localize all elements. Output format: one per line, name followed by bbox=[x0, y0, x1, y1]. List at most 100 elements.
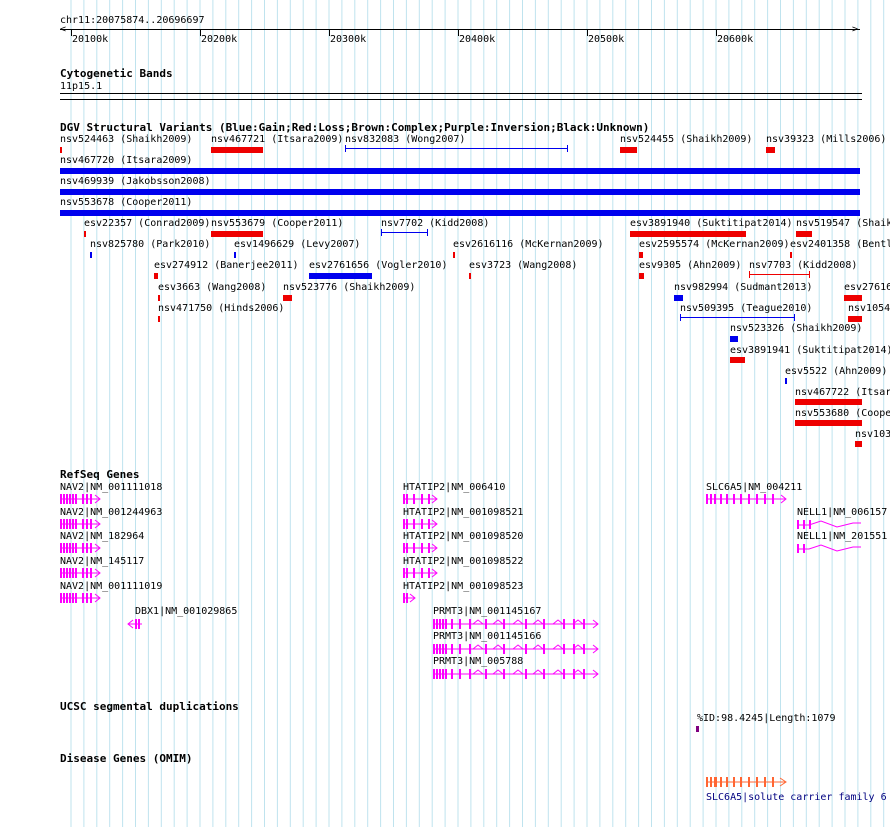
dgv-variant-label[interactable]: esv3663 (Wang2008) bbox=[158, 282, 266, 293]
dgv-variant-bar[interactable] bbox=[630, 231, 746, 237]
dgv-variant-label[interactable]: nsv10545 bbox=[848, 303, 890, 314]
dgv-variant-bar[interactable] bbox=[283, 295, 292, 301]
dgv-variant-label[interactable]: esv2761656 (Vogler2010) bbox=[309, 260, 447, 271]
refseq-gene-glyph[interactable] bbox=[60, 493, 104, 505]
dgv-variant-bar[interactable] bbox=[730, 357, 745, 363]
dgv-variant-bar[interactable] bbox=[766, 147, 775, 153]
refseq-gene-label[interactable]: PRMT3|NM_001145167 bbox=[433, 606, 541, 617]
dgv-variant-bar[interactable] bbox=[855, 441, 862, 447]
dgv-variant-bar[interactable] bbox=[60, 168, 860, 174]
refseq-gene-label[interactable]: NAV2|NM_145117 bbox=[60, 556, 144, 567]
dgv-variant-label[interactable]: nsv103 bbox=[855, 429, 890, 440]
dgv-variant-label[interactable]: nsv471750 (Hinds2006) bbox=[158, 303, 284, 314]
dgv-variant-label[interactable]: nsv7703 (Kidd2008) bbox=[749, 260, 857, 271]
refseq-gene-label[interactable]: HTATIP2|NM_006410 bbox=[403, 482, 505, 493]
dgv-variant-bar[interactable] bbox=[848, 316, 862, 322]
dgv-variant-label[interactable]: nsv524455 (Shaikh2009) bbox=[620, 134, 752, 145]
dgv-variant-label[interactable]: esv274912 (Banerjee2011) bbox=[154, 260, 299, 271]
dgv-variant-bar[interactable] bbox=[90, 252, 92, 258]
dgv-variant-label[interactable]: nsv553680 (Coope bbox=[795, 408, 890, 419]
dgv-variant-label[interactable]: nsv523326 (Shaikh2009) bbox=[730, 323, 862, 334]
refseq-gene-label[interactable]: NELL1|NM_201551 bbox=[797, 531, 887, 542]
dgv-variant-label[interactable]: nsv467720 (Itsara2009) bbox=[60, 155, 192, 166]
dgv-variant-label[interactable]: nsv467721 (Itsara2009) bbox=[211, 134, 343, 145]
dgv-variant-bar[interactable] bbox=[158, 316, 160, 322]
refseq-gene-glyph[interactable] bbox=[403, 542, 441, 554]
dgv-variant-label[interactable]: esv3891940 (Suktitipat2014) bbox=[630, 218, 793, 229]
dgv-variant-bar[interactable] bbox=[795, 420, 862, 426]
dgv-variant-label[interactable]: nsv832083 (Wong2007) bbox=[345, 134, 465, 145]
refseq-gene-glyph[interactable] bbox=[706, 493, 790, 505]
refseq-gene-glyph[interactable] bbox=[403, 567, 441, 579]
dgv-variant-bar[interactable] bbox=[795, 399, 862, 405]
refseq-gene-glyph[interactable] bbox=[60, 518, 104, 530]
refseq-gene-glyph[interactable] bbox=[433, 618, 602, 630]
dgv-variant-bar[interactable] bbox=[211, 147, 263, 153]
refseq-gene-label[interactable]: PRMT3|NM_001145166 bbox=[433, 631, 541, 642]
segdup-feature[interactable] bbox=[696, 726, 699, 732]
dgv-variant-label[interactable]: esv22357 (Conrad2009) bbox=[84, 218, 210, 229]
refseq-gene-label[interactable]: NELL1|NM_006157 bbox=[797, 507, 887, 518]
refseq-gene-label[interactable]: HTATIP2|NM_001098523 bbox=[403, 581, 523, 592]
refseq-gene-label[interactable]: HTATIP2|NM_001098521 bbox=[403, 507, 523, 518]
omim-gene-label[interactable]: SLC6A5|solute carrier family 6 bbox=[706, 792, 887, 803]
dgv-variant-bar[interactable] bbox=[796, 231, 812, 237]
refseq-gene-label[interactable]: SLC6A5|NM_004211 bbox=[706, 482, 802, 493]
refseq-gene-label[interactable]: NAV2|NM_001244963 bbox=[60, 507, 162, 518]
dgv-variant-label[interactable]: esv2595574 (McKernan2009) bbox=[639, 239, 790, 250]
dgv-variant-label[interactable]: esv2616116 (McKernan2009) bbox=[453, 239, 604, 250]
dgv-variant-label[interactable]: nsv982994 (Sudmant2013) bbox=[674, 282, 812, 293]
dgv-variant-label[interactable]: nsv524463 (Shaikh2009) bbox=[60, 134, 192, 145]
dgv-variant-bar[interactable] bbox=[469, 273, 471, 279]
dgv-variant-bar[interactable] bbox=[674, 295, 683, 301]
dgv-variant-label[interactable]: esv3723 (Wang2008) bbox=[469, 260, 577, 271]
dgv-variant-bar[interactable] bbox=[154, 273, 158, 279]
dgv-variant-label[interactable]: esv2401358 (Bentl bbox=[790, 239, 890, 250]
dgv-variant-label[interactable]: nsv7702 (Kidd2008) bbox=[381, 218, 489, 229]
refseq-gene-glyph[interactable] bbox=[60, 592, 104, 604]
dgv-variant-bar[interactable] bbox=[785, 378, 787, 384]
dgv-variant-bar[interactable] bbox=[453, 252, 455, 258]
dgv-variant-label[interactable]: nsv825780 (Park2010) bbox=[90, 239, 210, 250]
dgv-variant-label[interactable]: nsv467722 (Itsar bbox=[795, 387, 890, 398]
refseq-gene-label[interactable]: PRMT3|NM_005788 bbox=[433, 656, 523, 667]
dgv-variant-label[interactable]: nsv39323 (Mills2006) bbox=[766, 134, 886, 145]
dgv-variant-bar[interactable] bbox=[158, 295, 160, 301]
refseq-gene-label[interactable]: NAV2|NM_182964 bbox=[60, 531, 144, 542]
dgv-variant-label[interactable]: esv5522 (Ahn2009) bbox=[785, 366, 887, 377]
dgv-variant-bar[interactable] bbox=[60, 147, 62, 153]
refseq-gene-glyph[interactable] bbox=[60, 542, 104, 554]
dgv-variant-bar[interactable] bbox=[844, 295, 862, 301]
refseq-gene-label[interactable]: HTATIP2|NM_001098520 bbox=[403, 531, 523, 542]
refseq-gene-glyph[interactable] bbox=[433, 668, 602, 680]
refseq-gene-label[interactable]: NAV2|NM_001111018 bbox=[60, 482, 162, 493]
dgv-variant-bar[interactable] bbox=[790, 252, 792, 258]
dgv-variant-label[interactable]: nsv553679 (Cooper2011) bbox=[211, 218, 343, 229]
refseq-gene-glyph[interactable] bbox=[403, 493, 441, 505]
dgv-variant-span[interactable] bbox=[381, 232, 428, 233]
dgv-variant-bar[interactable] bbox=[309, 273, 372, 279]
dgv-variant-span[interactable] bbox=[749, 274, 810, 275]
refseq-gene-glyph[interactable] bbox=[60, 567, 104, 579]
dgv-variant-label[interactable]: nsv519547 (Shaik bbox=[796, 218, 890, 229]
dgv-variant-bar[interactable] bbox=[730, 336, 738, 342]
dgv-variant-bar[interactable] bbox=[234, 252, 236, 258]
dgv-variant-bar[interactable] bbox=[211, 231, 263, 237]
segdup-label[interactable]: %ID:98.4245|Length:1079 bbox=[697, 713, 835, 724]
dgv-variant-span[interactable] bbox=[680, 317, 795, 318]
dgv-variant-bar[interactable] bbox=[620, 147, 637, 153]
refseq-gene-glyph[interactable] bbox=[403, 518, 441, 530]
dgv-variant-label[interactable]: esv3891941 (Suktitipat2014) bbox=[730, 345, 890, 356]
dgv-variant-span[interactable] bbox=[345, 148, 568, 149]
dgv-variant-bar[interactable] bbox=[84, 231, 86, 237]
refseq-gene-glyph[interactable] bbox=[403, 592, 419, 604]
refseq-gene-glyph[interactable] bbox=[797, 518, 865, 530]
dgv-variant-label[interactable]: nsv509395 (Teague2010) bbox=[680, 303, 812, 314]
dgv-variant-label[interactable]: esv9305 (Ahn2009) bbox=[639, 260, 741, 271]
omim-gene-glyph[interactable] bbox=[706, 776, 790, 788]
refseq-gene-glyph[interactable] bbox=[127, 618, 146, 630]
dgv-variant-bar[interactable] bbox=[639, 252, 643, 258]
dgv-variant-label[interactable]: esv27616 bbox=[844, 282, 890, 293]
refseq-gene-label[interactable]: DBX1|NM_001029865 bbox=[135, 606, 237, 617]
dgv-variant-bar[interactable] bbox=[60, 189, 860, 195]
